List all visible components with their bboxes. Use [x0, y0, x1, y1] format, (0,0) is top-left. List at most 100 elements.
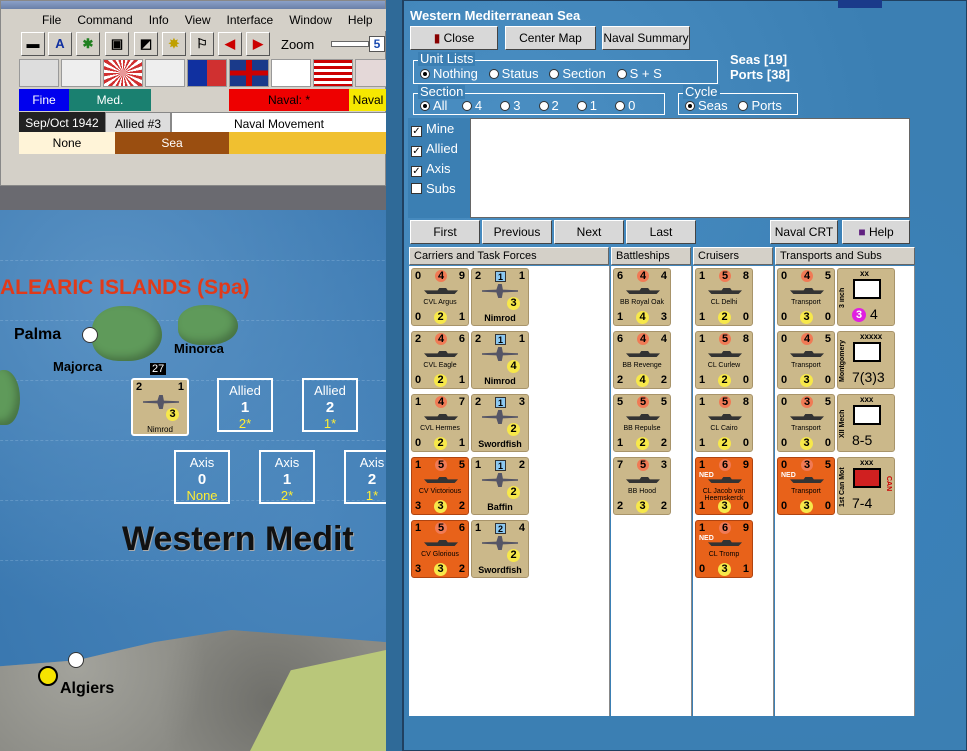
radio-all[interactable]: All [420, 98, 447, 113]
ship-counter[interactable]: 0 3 5 NED Transport 0 3 0 [777, 457, 835, 515]
flag-china[interactable] [145, 59, 185, 87]
ship-counter[interactable]: 7 5 3 BB Hood 2 3 2 [613, 457, 671, 515]
naval-status-2: Naval [349, 89, 387, 111]
radio-s-s[interactable]: S + S [616, 66, 662, 81]
port-icon[interactable] [82, 327, 98, 343]
air-counter[interactable]: 2 1 1 3 Nimrod [471, 268, 529, 326]
menu-window[interactable]: Window [281, 13, 340, 27]
naval-crt-button[interactable]: Naval CRT [770, 220, 838, 244]
unit-list-panel[interactable] [470, 118, 910, 218]
target-icon[interactable]: ▣ [105, 32, 129, 56]
sea-area-box[interactable]: Allied 2 1* [302, 378, 358, 432]
plane-icon [482, 284, 518, 298]
sea-area-box[interactable]: Axis 1 2* [259, 450, 315, 504]
ship-icon [626, 288, 660, 294]
ship-counter[interactable]: 6 4 4 BB Royal Oak 1 4 3 [613, 268, 671, 326]
radio-4[interactable]: 4 [461, 98, 482, 113]
stack-count: 27 [150, 363, 167, 375]
ship-counter[interactable]: 1 4 7 CVL Hermes 0 2 1 [411, 394, 469, 452]
close-button[interactable]: ▮ Close [410, 26, 498, 50]
center-map-button[interactable]: Center Map [505, 26, 596, 50]
radio-status[interactable]: Status [488, 66, 539, 81]
date-label: Sep/Oct 1942 [19, 112, 105, 134]
ship-counter[interactable]: 1 5 8 CL Cairo 1 2 0 [695, 394, 753, 452]
radio-1[interactable]: 1 [576, 98, 597, 113]
ship-counter[interactable]: 0 4 9 CVL Argus 0 2 1 [411, 268, 469, 326]
air-counter[interactable]: 1 1 2 2 Baffin [471, 457, 529, 515]
sea-label: Sea [115, 132, 229, 154]
font-icon[interactable]: A [48, 32, 72, 56]
menu-info[interactable]: Info [141, 13, 177, 27]
previous-button[interactable]: Previous [482, 220, 552, 244]
transports-column-header: Transports and Subs [775, 247, 915, 265]
arrow-right-icon[interactable]: ▶ [246, 32, 270, 56]
flag-icon[interactable]: ⚐ [190, 32, 214, 56]
ship-counter[interactable]: 1 6 9 NED CL Jacob van Heemskerck 1 3 0 [695, 457, 753, 515]
land-unit-counter[interactable]: XII Mech xxx 8-5 [837, 394, 895, 452]
ship-counter[interactable]: 1 5 6 CV Glorious 3 3 2 [411, 520, 469, 578]
radio-nothing[interactable]: Nothing [420, 66, 478, 81]
zoom-slider[interactable] [331, 41, 369, 47]
star-icon[interactable]: ✸ [162, 32, 186, 56]
train-icon[interactable]: ▬ [21, 32, 45, 56]
ship-icon [790, 288, 824, 294]
menu-command[interactable]: Command [69, 13, 140, 27]
algiers-port-icon[interactable] [38, 666, 58, 686]
help-button[interactable]: ■ Help [842, 220, 910, 244]
sea-area-box[interactable]: Allied 1 2* [217, 378, 273, 432]
flag-usa[interactable] [313, 59, 353, 87]
ship-counter[interactable]: 0 3 5 Transport 0 3 0 [777, 394, 835, 452]
gear-icon[interactable]: ✱ [76, 32, 100, 56]
ship-counter[interactable]: 6 4 4 BB Revenge 2 4 2 [613, 331, 671, 389]
flag-italy[interactable] [61, 59, 101, 87]
port-icon[interactable] [68, 652, 84, 668]
flag-japan[interactable] [103, 59, 143, 87]
radio-section[interactable]: Section [549, 66, 606, 81]
sea-area-box[interactable]: Axis 0 None [174, 450, 230, 504]
ship-counter[interactable]: 1 6 9 NED CL Tromp 0 3 1 [695, 520, 753, 578]
radio-3[interactable]: 3 [500, 98, 520, 113]
flag-ussr[interactable] [355, 59, 387, 87]
menu-view[interactable]: View [177, 13, 219, 27]
sea-area-box[interactable]: Axis 2 1* [344, 450, 386, 504]
land-unit-counter[interactable]: Montgomery xxxxx 7(3)3 [837, 331, 895, 389]
first-button[interactable]: First [410, 220, 480, 244]
land-unit-counter[interactable]: 3 inch xx 3 4 [837, 268, 895, 326]
ship-counter[interactable]: 0 4 5 Transport 0 3 0 [777, 268, 835, 326]
checkbox-mine[interactable]: ✓ Mine [411, 121, 454, 137]
flag-germany[interactable] [19, 59, 59, 87]
window-divider [0, 186, 386, 210]
land-unit-counter[interactable]: 1st Can Mot xxx CAN 7-4 [837, 457, 895, 515]
ship-counter[interactable]: 1 5 8 CL Delhi 1 2 0 [695, 268, 753, 326]
impulse-label: Allied #3 [105, 112, 171, 134]
ship-counter[interactable]: 0 4 5 Transport 0 3 0 [777, 331, 835, 389]
ship-counter[interactable]: 5 5 5 BB Repulse 1 2 2 [613, 394, 671, 452]
map-nimrod-counter[interactable]: 2 1 3 Nimrod [131, 378, 189, 436]
naval-summary-button[interactable]: Naval Summary [602, 26, 690, 50]
radio-0[interactable]: 0 [615, 98, 635, 113]
zoom-value[interactable]: 5 [369, 36, 385, 52]
radio-seas[interactable]: Seas [685, 98, 728, 113]
flag-free-france[interactable] [271, 59, 311, 87]
radio-ports[interactable]: Ports [738, 98, 782, 113]
ship-counter[interactable]: 1 5 8 CL Curlew 1 2 0 [695, 331, 753, 389]
menu-help[interactable]: Help [340, 13, 381, 27]
next-button[interactable]: Next [554, 220, 624, 244]
cursor-icon[interactable]: ◩ [134, 32, 158, 56]
checkbox-axis[interactable]: ✓ Axis [411, 161, 451, 177]
menu-interface[interactable]: Interface [219, 13, 282, 27]
arrow-left-icon[interactable]: ◀ [218, 32, 242, 56]
menu-file[interactable]: File [34, 13, 69, 27]
air-counter[interactable]: 1 2 4 2 Swordfish [471, 520, 529, 578]
flag-uk[interactable] [229, 59, 269, 87]
radio-2[interactable]: 2 [538, 98, 559, 113]
checkbox-subs[interactable]: Subs [411, 181, 456, 196]
ship-counter[interactable]: 1 5 5 CV Victorious 3 3 2 [411, 457, 469, 515]
checkbox-allied[interactable]: ✓ Allied [411, 141, 458, 157]
plane-icon [482, 347, 518, 361]
air-counter[interactable]: 2 1 1 4 Nimrod [471, 331, 529, 389]
ship-counter[interactable]: 2 4 6 CVL Eagle 0 2 1 [411, 331, 469, 389]
air-counter[interactable]: 2 1 3 2 Swordfish [471, 394, 529, 452]
last-button[interactable]: Last [626, 220, 696, 244]
flag-nationalist-china[interactable] [187, 59, 227, 87]
